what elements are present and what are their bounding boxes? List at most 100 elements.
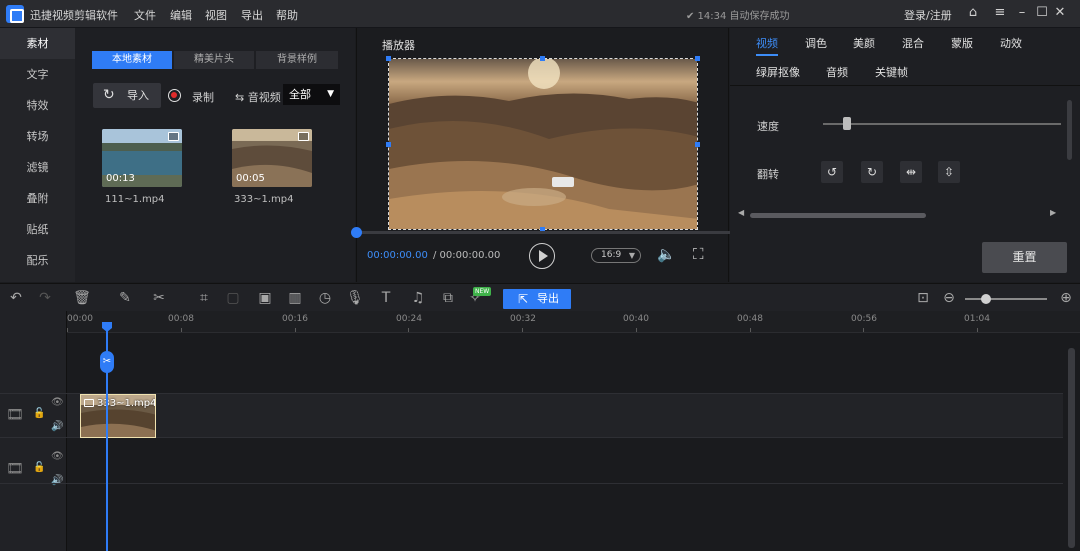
text-to-speech-icon[interactable]: T [377, 289, 395, 307]
tab-green-screen[interactable]: 绿屏抠像 [756, 64, 800, 80]
nav-item-transitions[interactable]: 转场 [0, 121, 75, 152]
record-button[interactable]: 录制 [168, 89, 214, 105]
split-icon[interactable]: ✂ [150, 289, 168, 307]
media-thumb-2[interactable]: 00:05 [232, 129, 312, 187]
close-icon[interactable]: ✕ [1051, 4, 1069, 22]
speed-slider-knob[interactable] [842, 117, 851, 130]
home-icon[interactable]: ⌂ [964, 4, 982, 22]
lock-icon[interactable]: 🔓 [33, 462, 45, 473]
resize-handle[interactable] [386, 142, 391, 147]
speed-slider[interactable] [823, 123, 1061, 125]
tab-beauty[interactable]: 美颜 [853, 35, 875, 51]
zoom-slider-knob[interactable] [980, 294, 991, 304]
video-preview[interactable] [388, 58, 698, 230]
pip-icon[interactable]: ⧉ [439, 289, 457, 307]
total-time: / 00:00:00.00 [433, 250, 501, 261]
tab-blend[interactable]: 混合 [902, 35, 924, 51]
maximize-icon[interactable]: ☐ [1033, 4, 1051, 22]
lock-icon[interactable]: 🔓 [33, 408, 45, 419]
tab-background-samples[interactable]: 背景样例 [256, 51, 338, 69]
redo-icon[interactable]: ↷ [36, 289, 54, 307]
resize-handle[interactable] [695, 56, 700, 61]
video-track[interactable] [67, 394, 1063, 437]
tab-video[interactable]: 视频 [756, 35, 778, 51]
split-marker-icon[interactable]: ✂ [100, 351, 114, 373]
chart-icon[interactable]: ▥ [286, 289, 304, 307]
hscroll-thumb[interactable] [750, 213, 926, 218]
nav-item-filters[interactable]: 滤镜 [0, 152, 75, 183]
microphone-icon[interactable]: 🎙 [346, 289, 364, 307]
tab-keyframes[interactable]: 关键帧 [875, 64, 908, 80]
scroll-right-icon[interactable]: ▶ [1050, 208, 1056, 217]
playback-progress[interactable] [357, 231, 730, 234]
tab-color[interactable]: 调色 [805, 35, 827, 51]
nav-item-text[interactable]: 文字 [0, 59, 75, 90]
fit-timeline-icon[interactable]: ⊡ [914, 289, 932, 307]
tick-label: 00:24 [396, 314, 422, 324]
tab-motion[interactable]: 动效 [1000, 35, 1022, 51]
menu-edit[interactable]: 编辑 [170, 7, 192, 23]
resize-handle[interactable] [540, 56, 545, 61]
audio-extract-icon[interactable]: ♫ [409, 289, 427, 307]
tick-label: 00:16 [282, 314, 308, 324]
import-button[interactable]: ↻ 导入 [93, 83, 161, 108]
zoom-out-icon[interactable]: ⊖ [940, 289, 958, 307]
properties-hscrollbar[interactable]: ◀ ▶ [738, 208, 1060, 219]
menu-view[interactable]: 视图 [205, 7, 227, 23]
filter-select[interactable]: 全部 ▼ [283, 84, 340, 105]
audio-video-button[interactable]: ⇆ 音视频 [235, 89, 281, 105]
menu-file[interactable]: 文件 [134, 7, 156, 23]
mosaic-icon[interactable]: ▣ [256, 289, 274, 307]
nav-item-overlay[interactable]: 叠附 [0, 183, 75, 214]
reset-button[interactable]: 重置 [982, 242, 1067, 273]
fullscreen-icon[interactable]: ⛶ [693, 245, 704, 263]
tab-mask[interactable]: 蒙版 [951, 35, 973, 51]
play-button[interactable] [529, 243, 555, 269]
media-library: 本地素材 精美片头 背景样例 ↻ 导入 录制 ⇆ 音视频 全部 ▼ 00:13 … [75, 28, 355, 282]
media-thumb-1[interactable]: 00:13 [102, 129, 182, 187]
timeline-scrollbar[interactable] [1068, 348, 1075, 548]
menu-export[interactable]: 导出 [241, 7, 263, 23]
flip-horizontal-icon[interactable]: ⇹ [900, 161, 922, 183]
resize-handle[interactable] [386, 56, 391, 61]
tab-local-material[interactable]: 本地素材 [92, 51, 172, 69]
eye-icon[interactable]: 👁 [51, 397, 64, 408]
edit-icon[interactable]: ✎ [116, 289, 134, 307]
crop-icon[interactable]: ⌗ [195, 289, 213, 307]
volume-icon[interactable]: 🔊 [51, 421, 63, 432]
clock-icon[interactable]: ◷ [316, 289, 334, 307]
playback-knob[interactable] [351, 227, 362, 238]
undo-icon[interactable]: ↶ [7, 289, 25, 307]
rotate-left-icon[interactable]: ↺ [821, 161, 843, 183]
eye-icon[interactable]: 👁 [51, 451, 64, 462]
timeline-clip[interactable]: 333~1.mp4 [80, 394, 156, 438]
export-button[interactable]: ⇱ 导出 [503, 289, 571, 309]
zoom-in-icon[interactable]: ⊕ [1057, 289, 1075, 307]
menu-icon[interactable]: ≡ [991, 4, 1009, 22]
properties-scrollbar[interactable] [1067, 100, 1072, 160]
flip-vertical-icon[interactable]: ⇳ [938, 161, 960, 183]
rotate-right-icon[interactable]: ↻ [861, 161, 883, 183]
import-label: 导入 [127, 89, 149, 102]
nav-item-music[interactable]: 配乐 [0, 245, 75, 276]
delete-icon[interactable]: 🗑 [73, 289, 91, 307]
desert-preview-image [389, 59, 697, 229]
login-link[interactable]: 登录/注册 [904, 7, 952, 23]
nav-item-effects[interactable]: 特效 [0, 90, 75, 121]
minimize-icon[interactable]: – [1013, 4, 1031, 22]
zoom-slider[interactable] [965, 298, 1047, 300]
volume-icon[interactable]: 🔊 [51, 475, 63, 486]
left-nav: 素材 文字 特效 转场 滤镜 叠附 贴纸 配乐 [0, 28, 75, 282]
aspect-ratio-select[interactable]: 16:9 ▼ [591, 248, 641, 263]
tab-intros[interactable]: 精美片头 [174, 51, 254, 69]
tab-audio[interactable]: 音频 [826, 64, 848, 80]
nav-item-stickers[interactable]: 贴纸 [0, 214, 75, 245]
scroll-left-icon[interactable]: ◀ [738, 208, 744, 217]
freeze-icon[interactable]: ▢ [224, 289, 242, 307]
resize-handle[interactable] [695, 142, 700, 147]
time-ruler[interactable]: 00:00 00:08 00:16 00:24 00:32 00:40 00:4… [67, 311, 1080, 333]
menu-help[interactable]: 帮助 [276, 7, 298, 23]
tick-label: 00:08 [168, 314, 194, 324]
nav-item-material[interactable]: 素材 [0, 28, 75, 59]
volume-icon[interactable]: 🔈 [657, 245, 676, 263]
